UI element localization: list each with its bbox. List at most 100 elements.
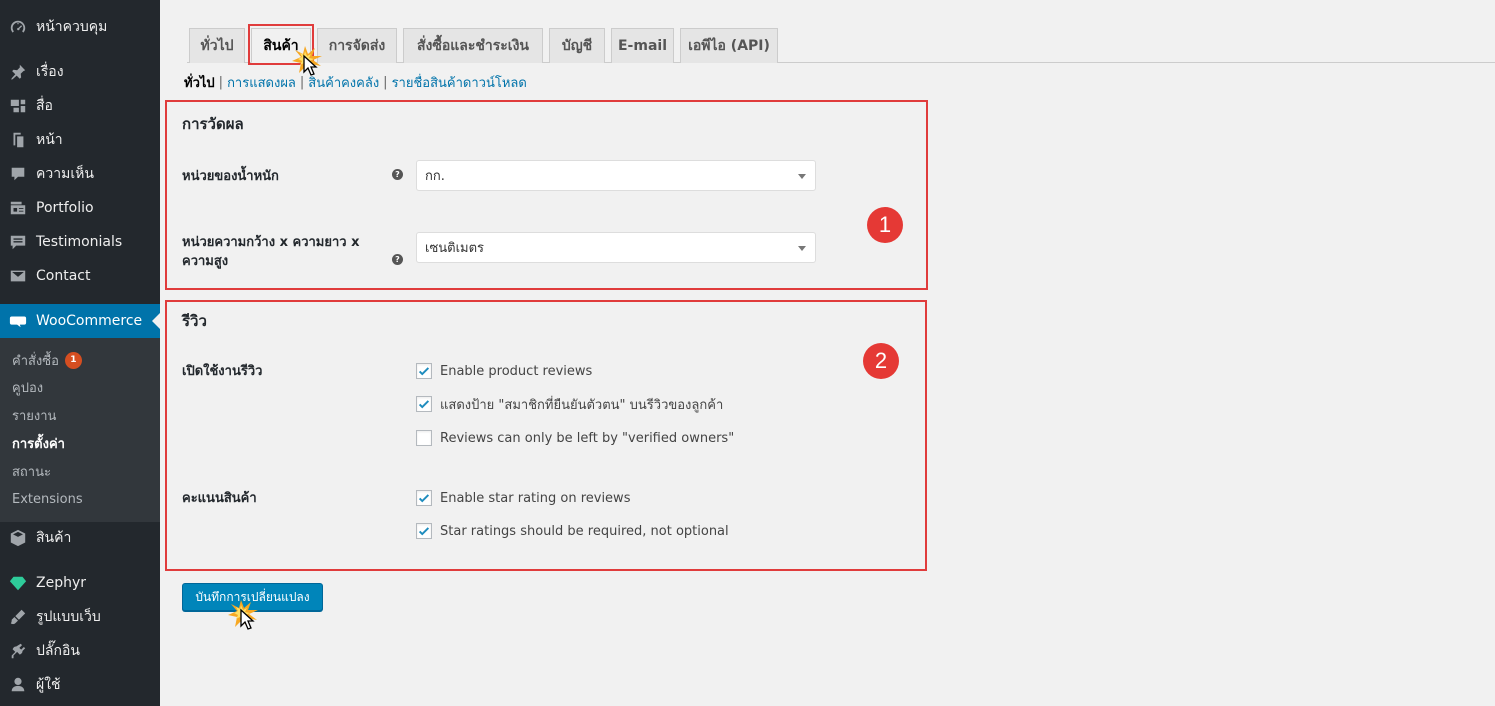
tab-general[interactable]: ทั่วไป [189, 28, 245, 63]
menu-label: รูปแบบเว็บ [36, 609, 101, 625]
subnav-link-display[interactable]: การแสดงผล [227, 72, 296, 93]
tab-checkout[interactable]: สั่งซื้อและชำระเงิน [403, 28, 543, 63]
checkbox[interactable] [416, 396, 432, 412]
checkbox-label: Star ratings should be required, not opt… [440, 523, 729, 539]
measurements-title: การวัดผล [182, 115, 244, 133]
checkbox-label: Reviews can only be left by "verified ow… [440, 430, 735, 446]
menu-item-zephyr[interactable]: Zephyr [0, 566, 160, 600]
submenu-coupons[interactable]: คูปอง [12, 377, 43, 397]
menu-item-appearance[interactable]: รูปแบบเว็บ [0, 600, 160, 634]
menu-item-products[interactable]: สินค้า [0, 521, 160, 555]
click-burst-cursor-icon [228, 600, 258, 630]
submenu-label: สถานะ [12, 464, 51, 480]
tab-label: สั่งซื้อและชำระเงิน [416, 38, 529, 54]
testimonials-icon [0, 233, 36, 251]
option-verified-owners-only[interactable]: Reviews can only be left by "verified ow… [416, 429, 734, 447]
dashboard-icon [0, 18, 36, 36]
reviews-title: รีวิว [182, 312, 207, 330]
option-enable-reviews[interactable]: Enable product reviews [416, 362, 592, 380]
tab-label: E-mail [617, 38, 667, 54]
menu-label: สินค้า [36, 530, 72, 546]
menu-item-pages[interactable]: หน้า [0, 123, 160, 157]
menu-label: ผู้ใช้ [36, 677, 61, 693]
menu-label: หน้าควบคุม [36, 19, 108, 35]
checkbox[interactable] [416, 363, 432, 379]
menu-item-woocommerce[interactable]: WooCommerce [0, 304, 160, 338]
help-icon[interactable]: ? [392, 169, 403, 180]
option-star-rating-required[interactable]: Star ratings should be required, not opt… [416, 522, 729, 540]
menu-label: Portfolio [36, 200, 94, 216]
plugin-icon [0, 642, 36, 660]
tab-shipping[interactable]: การจัดส่ง [317, 28, 397, 63]
comment-icon [0, 165, 36, 183]
option-star-rating[interactable]: Enable star rating on reviews [416, 489, 630, 507]
menu-item-portfolio[interactable]: Portfolio [0, 191, 160, 225]
weight-unit-label: หน่วยของน้ำหนัก [182, 169, 279, 184]
menu-item-comments[interactable]: ความเห็น [0, 157, 160, 191]
submenu-orders[interactable]: คำสั่งซื้อ 1 [12, 350, 82, 370]
menu-label: Contact [36, 268, 91, 284]
tab-api[interactable]: เอพีไอ (API) [680, 28, 778, 63]
submenu-label: รายงาน [12, 408, 57, 424]
submenu-label: คูปอง [12, 380, 44, 396]
menu-item-posts[interactable]: เรื่อง [0, 55, 160, 89]
section-subnav: ทั่วไป | การแสดงผล | สินค้าคงคลัง | รายช… [184, 73, 527, 91]
option-verified-badge[interactable]: แสดงป้าย "สมาชิกที่ยืนยันตัวตน" บนรีวิวข… [416, 395, 723, 413]
dimension-unit-select[interactable]: เซนติเมตร [416, 232, 816, 263]
diamond-icon [0, 574, 36, 592]
admin-sidebar: หน้าควบคุม เรื่อง สื่อ หน้า ความเห็น Por… [0, 0, 160, 706]
weight-unit-select[interactable]: กก. [416, 160, 816, 191]
menu-label: ความเห็น [36, 166, 94, 182]
submenu-status[interactable]: สถานะ [12, 461, 51, 481]
submenu-label: คำสั่งซื้อ [12, 353, 59, 369]
select-value: กก. [425, 169, 445, 184]
menu-label: Zephyr [36, 575, 87, 591]
subnav-separator: | [218, 74, 224, 90]
checkbox-label: Enable product reviews [440, 363, 593, 379]
submenu-reports[interactable]: รายงาน [12, 405, 56, 425]
menu-item-contact[interactable]: Contact [0, 259, 160, 293]
mail-icon [0, 267, 36, 285]
menu-label: สื่อ [36, 98, 53, 114]
annotation-marker-1: 1 [867, 207, 903, 243]
chevron-down-icon [798, 174, 806, 179]
menu-label: ปลั๊กอิน [36, 643, 80, 659]
menu-label: WooCommerce [36, 313, 143, 329]
active-menu-arrow [152, 313, 160, 329]
tab-email[interactable]: E-mail [611, 28, 674, 63]
checkbox[interactable] [416, 430, 432, 446]
subnav-link-downloadable[interactable]: รายชื่อสินค้าดาวน์โหลด [392, 72, 527, 93]
woocommerce-submenu: คำสั่งซื้อ 1 คูปอง รายงาน การตั้งค่า สถา… [0, 338, 160, 522]
tab-accounts[interactable]: บัญชี [549, 28, 605, 63]
menu-item-dashboard[interactable]: หน้าควบคุม [0, 10, 160, 44]
help-icon[interactable]: ? [392, 254, 403, 265]
checkbox-label: Enable star rating on reviews [440, 490, 631, 506]
menu-item-testimonials[interactable]: Testimonials [0, 225, 160, 259]
tab-label: เอพีไอ (API) [688, 38, 770, 54]
menu-item-plugins[interactable]: ปลั๊กอิน [0, 634, 160, 668]
tab-label: ทั่วไป [200, 38, 234, 54]
brush-icon [0, 608, 36, 626]
tab-label: บัญชี [561, 38, 593, 54]
subnav-separator: | [383, 74, 388, 90]
menu-item-users[interactable]: ผู้ใช้ [0, 668, 160, 702]
pin-icon [0, 63, 36, 81]
annotation-marker-2: 2 [863, 343, 899, 379]
checkbox[interactable] [416, 523, 432, 539]
product-rating-label: คะแนนสินค้า [182, 491, 257, 506]
media-icon [0, 97, 36, 115]
checkbox[interactable] [416, 490, 432, 506]
click-burst-cursor-icon [292, 46, 322, 76]
tab-label: การจัดส่ง [328, 38, 386, 54]
checkbox-label: แสดงป้าย "สมาชิกที่ยืนยันตัวตน" บนรีวิวข… [440, 397, 724, 413]
portfolio-icon [0, 199, 36, 217]
submenu-settings[interactable]: การตั้งค่า [12, 433, 65, 453]
menu-item-media[interactable]: สื่อ [0, 89, 160, 123]
user-icon [0, 676, 36, 694]
dimension-unit-label: หน่วยความกว้าง x ความยาว x ความสูง [182, 235, 360, 269]
enable-reviews-label: เปิดใช้งานรีวิว [182, 364, 263, 379]
submenu-extensions[interactable]: Extensions [12, 489, 83, 509]
page-icon [0, 131, 36, 149]
woocommerce-icon [0, 312, 36, 330]
box-icon [0, 529, 36, 547]
